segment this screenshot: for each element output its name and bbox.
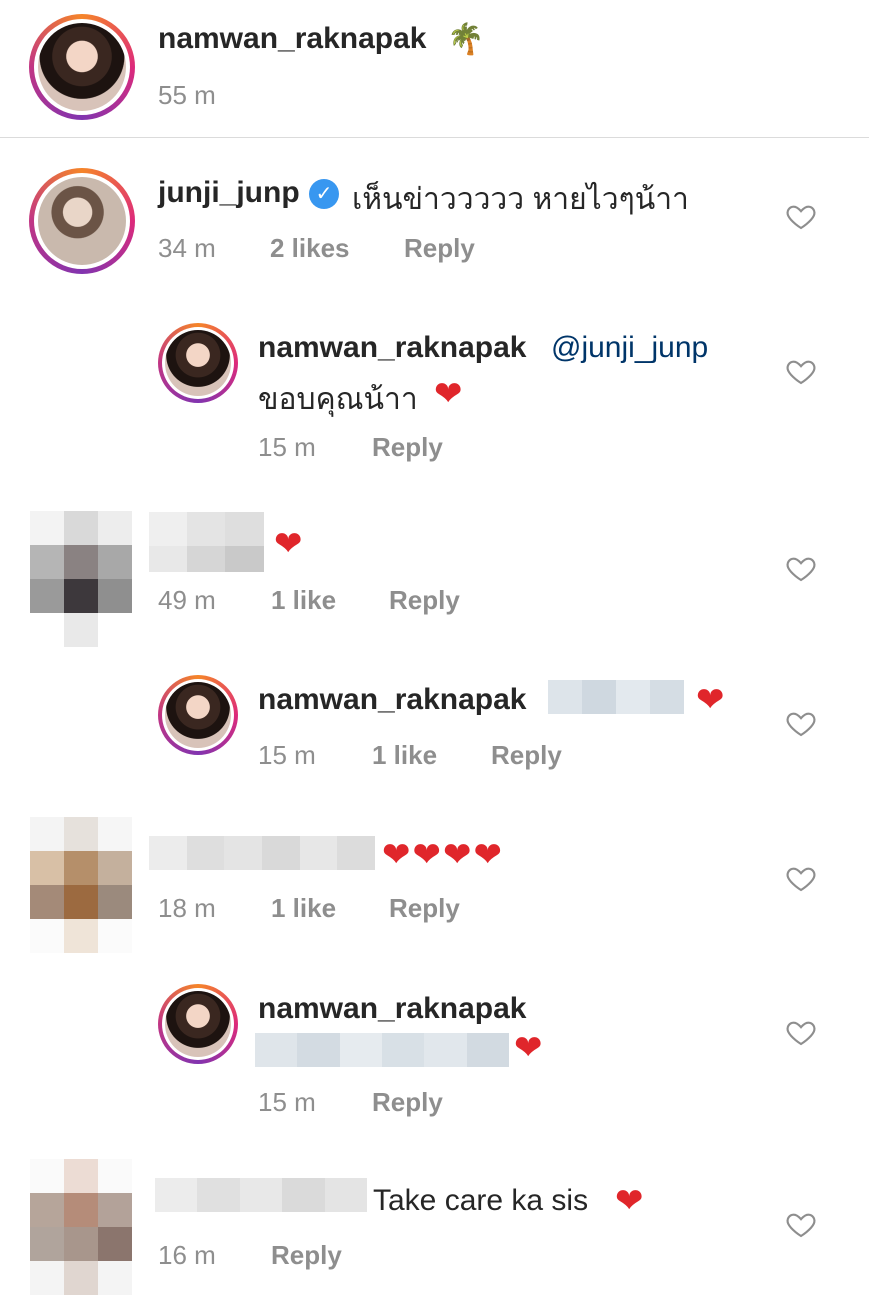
heart-outline-icon[interactable] bbox=[784, 862, 818, 894]
reply-button[interactable]: Reply bbox=[389, 585, 460, 616]
heart-emoji: ❤ bbox=[274, 525, 303, 563]
comment-text: Take care ka sis bbox=[373, 1184, 589, 1217]
reply-button[interactable]: Reply bbox=[491, 740, 562, 771]
heart-emoji: ❤ bbox=[696, 681, 725, 719]
heart-outline-icon[interactable] bbox=[784, 1016, 818, 1048]
verified-badge-icon: ✓ bbox=[309, 179, 339, 209]
mention-link[interactable]: @junji_junp bbox=[551, 331, 708, 365]
heart-outline-icon[interactable] bbox=[784, 200, 818, 232]
post-caption-emoji: 🌴 bbox=[447, 23, 485, 56]
comment-text: เห็นข่าววววว หายไวๆน้าา bbox=[352, 183, 689, 216]
reply-button[interactable]: Reply bbox=[372, 432, 443, 463]
heart-emoji: ❤ bbox=[514, 1029, 543, 1067]
avatar[interactable] bbox=[30, 817, 132, 953]
heart-emoji: ❤ bbox=[615, 1182, 644, 1220]
reply-button[interactable]: Reply bbox=[271, 1240, 342, 1271]
comment-username[interactable] bbox=[149, 836, 376, 871]
reply-button[interactable]: Reply bbox=[389, 893, 460, 924]
avatar[interactable] bbox=[29, 168, 135, 274]
comment-time: 15 m bbox=[258, 432, 316, 462]
comment-username[interactable]: namwan_raknapak bbox=[258, 683, 526, 717]
avatar[interactable] bbox=[30, 511, 132, 647]
comment-username[interactable] bbox=[149, 512, 264, 572]
like-count[interactable]: 1 like bbox=[271, 585, 336, 616]
post-time: 55 m bbox=[158, 80, 216, 110]
mention-link[interactable] bbox=[548, 680, 684, 720]
comment-text: ขอบคุณน้าา bbox=[258, 383, 418, 416]
comment-time: 49 m bbox=[158, 585, 216, 615]
comment-time: 16 m bbox=[158, 1240, 216, 1270]
comment-username[interactable] bbox=[155, 1178, 368, 1218]
comment-time: 34 m bbox=[158, 233, 216, 263]
avatar[interactable] bbox=[29, 14, 135, 120]
like-count[interactable]: 1 like bbox=[372, 740, 437, 771]
mention-link[interactable] bbox=[255, 1033, 509, 1069]
heart-outline-icon[interactable] bbox=[784, 707, 818, 739]
avatar[interactable] bbox=[30, 1159, 132, 1295]
heart-emoji-group: ❤❤❤❤ bbox=[382, 836, 504, 874]
post-username[interactable]: namwan_raknapak bbox=[158, 22, 426, 56]
divider bbox=[0, 137, 869, 138]
comment-time: 18 m bbox=[158, 893, 216, 923]
comment-time: 15 m bbox=[258, 1087, 316, 1117]
heart-outline-icon[interactable] bbox=[784, 355, 818, 387]
comment-username[interactable]: junji_junp bbox=[158, 176, 300, 210]
comment-username[interactable]: namwan_raknapak bbox=[258, 331, 526, 365]
comment-time: 15 m bbox=[258, 740, 316, 770]
heart-emoji: ❤ bbox=[434, 375, 463, 413]
avatar[interactable] bbox=[158, 323, 238, 403]
heart-outline-icon[interactable] bbox=[784, 1208, 818, 1240]
reply-button[interactable]: Reply bbox=[372, 1087, 443, 1118]
avatar[interactable] bbox=[158, 675, 238, 755]
comment-username[interactable]: namwan_raknapak bbox=[258, 992, 526, 1026]
reply-button[interactable]: Reply bbox=[404, 233, 475, 264]
like-count[interactable]: 1 like bbox=[271, 893, 336, 924]
like-count[interactable]: 2 likes bbox=[270, 233, 350, 264]
avatar[interactable] bbox=[158, 984, 238, 1064]
heart-outline-icon[interactable] bbox=[784, 552, 818, 584]
